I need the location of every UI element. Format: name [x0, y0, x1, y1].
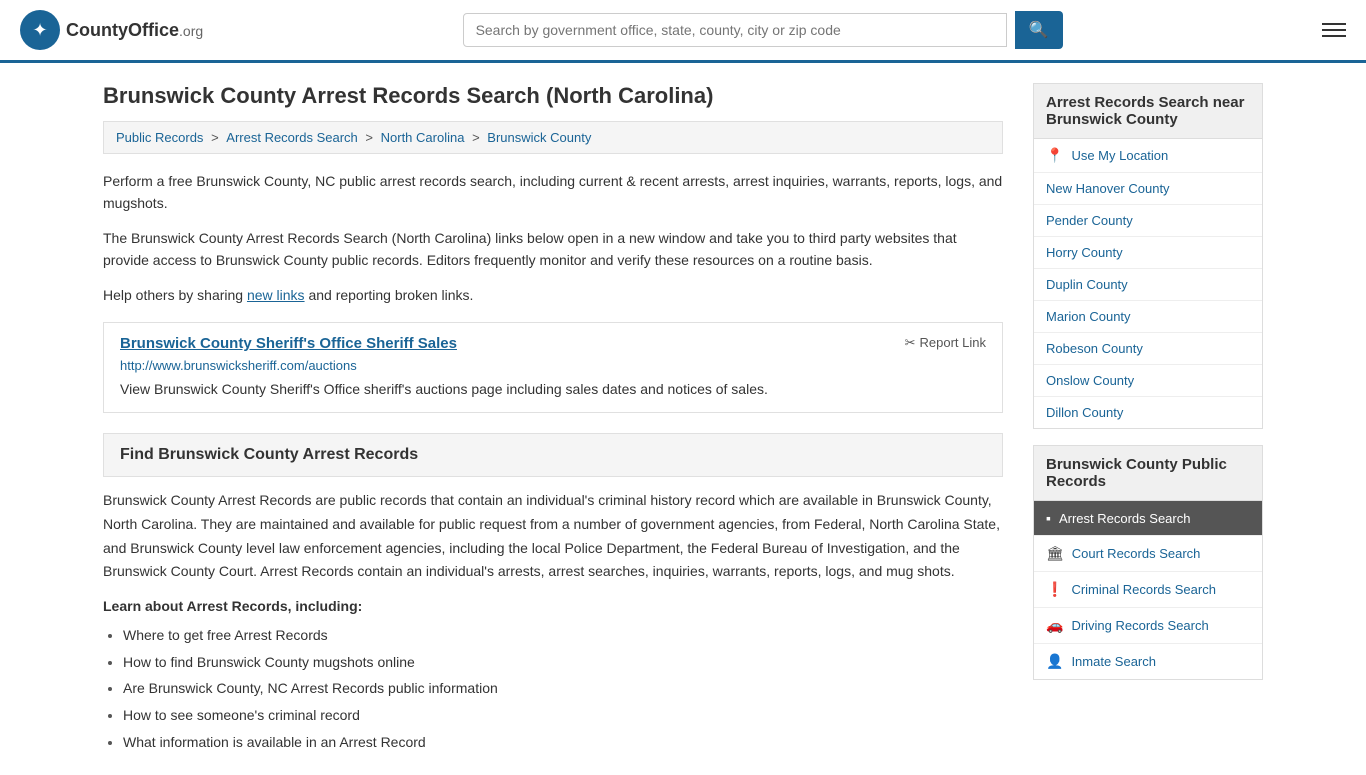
pr-link-court[interactable]: 🏛 Court Records Search [1034, 536, 1262, 572]
link-url[interactable]: http://www.brunswicksheriff.com/auctions [120, 358, 986, 373]
find-section-header: Find Brunswick County Arrest Records [103, 433, 1003, 477]
learn-list: Where to get free Arrest Records How to … [103, 622, 1003, 755]
logo-name: CountyOffice.org [66, 20, 203, 40]
find-section-body: Brunswick County Arrest Records are publ… [103, 489, 1003, 584]
nearby-link-dillon[interactable]: Dillon County [1046, 405, 1123, 420]
court-icon: 🏛 [1046, 545, 1064, 562]
learn-item-3: How to see someone's criminal record [123, 702, 1003, 729]
learn-item-4: What information is available in an Arre… [123, 729, 1003, 756]
learn-item-0: Where to get free Arrest Records [123, 622, 1003, 649]
nearby-link-6[interactable]: Onslow County [1034, 365, 1262, 397]
report-link-label: Report Link [920, 335, 986, 350]
main-content: Brunswick County Arrest Records Search (… [103, 83, 1003, 755]
public-records-section-title: Brunswick County Public Records [1033, 445, 1263, 501]
nearby-link-5[interactable]: Robeson County [1034, 333, 1262, 365]
nearby-link-robeson[interactable]: Robeson County [1046, 341, 1143, 356]
logo-text: CountyOffice.org [66, 20, 203, 41]
nearby-link-0[interactable]: New Hanover County [1034, 173, 1262, 205]
pr-link-court-label[interactable]: Court Records Search [1072, 546, 1201, 561]
logo-area: ✦ CountyOffice.org [20, 10, 203, 50]
menu-button[interactable] [1322, 23, 1346, 37]
description-para3: Help others by sharing new links and rep… [103, 284, 1003, 306]
nearby-link-7[interactable]: Dillon County [1034, 397, 1262, 428]
nearby-link-pender[interactable]: Pender County [1046, 213, 1133, 228]
pr-link-arrest[interactable]: ▪ Arrest Records Search [1034, 501, 1262, 536]
description-para3-suffix: and reporting broken links. [305, 287, 474, 303]
learn-item-2: Are Brunswick County, NC Arrest Records … [123, 675, 1003, 702]
inmate-icon: 👤 [1046, 653, 1063, 670]
link-entry: Brunswick County Sheriff's Office Sherif… [103, 322, 1003, 413]
use-location-link[interactable]: Use My Location [1071, 148, 1168, 163]
pr-label-arrest: Arrest Records Search [1059, 511, 1191, 526]
description-para1: Perform a free Brunswick County, NC publ… [103, 170, 1003, 215]
criminal-icon: ❗ [1046, 581, 1063, 598]
arrest-icon: ▪ [1046, 510, 1051, 526]
link-desc: View Brunswick County Sheriff's Office s… [120, 379, 986, 400]
new-links-link[interactable]: new links [247, 287, 305, 303]
link-header: Brunswick County Sheriff's Office Sherif… [120, 335, 986, 352]
logo-icon: ✦ [20, 10, 60, 50]
breadcrumb-sep2: > [365, 130, 376, 145]
nearby-link-1[interactable]: Pender County [1034, 205, 1262, 237]
breadcrumb: Public Records > Arrest Records Search >… [103, 121, 1003, 154]
breadcrumb-public-records[interactable]: Public Records [116, 130, 203, 145]
search-icon: 🔍 [1029, 22, 1049, 39]
nearby-link-4[interactable]: Marion County [1034, 301, 1262, 333]
menu-icon-bar2 [1322, 29, 1346, 31]
driving-icon: 🚗 [1046, 617, 1063, 634]
menu-icon-bar1 [1322, 23, 1346, 25]
learn-item-1: How to find Brunswick County mugshots on… [123, 649, 1003, 676]
link-title[interactable]: Brunswick County Sheriff's Office Sherif… [120, 335, 457, 352]
nearby-link-3[interactable]: Duplin County [1034, 269, 1262, 301]
nearby-link-onslow[interactable]: Onslow County [1046, 373, 1134, 388]
search-area: 🔍 [463, 11, 1063, 49]
nearby-link-new-hanover[interactable]: New Hanover County [1046, 181, 1170, 196]
pr-link-inmate-label[interactable]: Inmate Search [1071, 654, 1156, 669]
use-location-item[interactable]: 📍 Use My Location [1034, 139, 1262, 173]
nearby-link-marion[interactable]: Marion County [1046, 309, 1131, 324]
nearby-link-horry[interactable]: Horry County [1046, 245, 1123, 260]
description-para3-prefix: Help others by sharing [103, 287, 247, 303]
menu-icon-bar3 [1322, 35, 1346, 37]
page-title: Brunswick County Arrest Records Search (… [103, 83, 1003, 109]
search-button[interactable]: 🔍 [1015, 11, 1063, 49]
nearby-links-list: 📍 Use My Location New Hanover County Pen… [1033, 139, 1263, 429]
breadcrumb-brunswick-county[interactable]: Brunswick County [487, 130, 591, 145]
public-records-links-list: ▪ Arrest Records Search 🏛 Court Records … [1033, 501, 1263, 680]
breadcrumb-sep3: > [472, 130, 483, 145]
breadcrumb-north-carolina[interactable]: North Carolina [381, 130, 465, 145]
nearby-link-2[interactable]: Horry County [1034, 237, 1262, 269]
breadcrumb-arrest-records[interactable]: Arrest Records Search [226, 130, 358, 145]
pr-link-driving[interactable]: 🚗 Driving Records Search [1034, 608, 1262, 644]
pr-link-criminal[interactable]: ❗ Criminal Records Search [1034, 572, 1262, 608]
report-link-button[interactable]: ✂ Report Link [905, 335, 986, 351]
scissors-icon: ✂ [905, 335, 916, 351]
sidebar: Arrest Records Search near Brunswick Cou… [1033, 83, 1263, 755]
nearby-link-duplin[interactable]: Duplin County [1046, 277, 1128, 292]
description-para2: The Brunswick County Arrest Records Sear… [103, 227, 1003, 272]
find-section-title: Find Brunswick County Arrest Records [120, 446, 986, 464]
pr-link-inmate[interactable]: 👤 Inmate Search [1034, 644, 1262, 679]
pr-link-criminal-label[interactable]: Criminal Records Search [1071, 582, 1216, 597]
breadcrumb-sep1: > [211, 130, 222, 145]
nearby-title-text: Arrest Records Search near Brunswick Cou… [1046, 94, 1244, 128]
public-records-title-text: Brunswick County Public Records [1046, 456, 1227, 490]
search-input[interactable] [463, 13, 1007, 47]
page-container: Brunswick County Arrest Records Search (… [83, 63, 1283, 775]
site-header: ✦ CountyOffice.org 🔍 [0, 0, 1366, 63]
learn-title: Learn about Arrest Records, including: [103, 598, 1003, 614]
pr-link-driving-label[interactable]: Driving Records Search [1071, 618, 1208, 633]
location-icon: 📍 [1046, 147, 1063, 164]
nearby-section-title: Arrest Records Search near Brunswick Cou… [1033, 83, 1263, 139]
